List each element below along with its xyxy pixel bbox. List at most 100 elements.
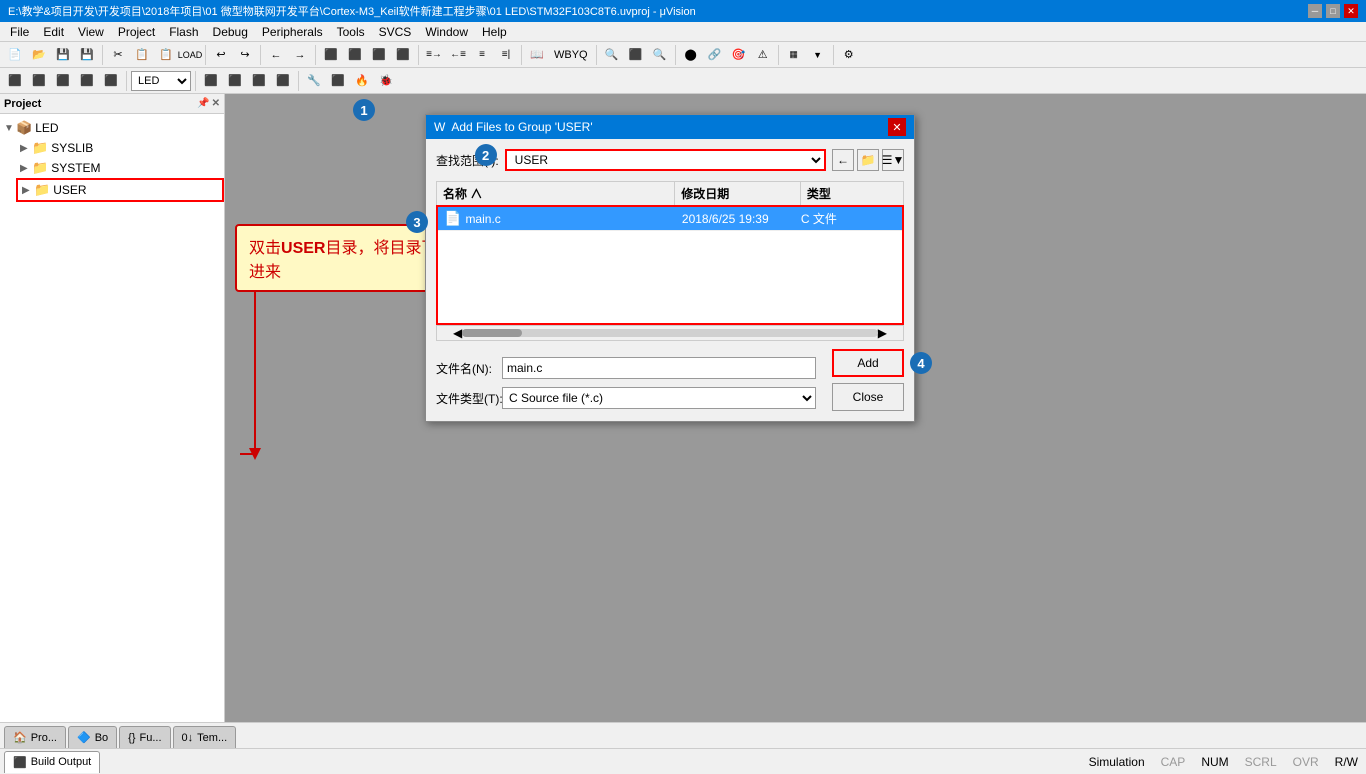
btn-c[interactable]: ⬛	[368, 44, 390, 66]
horizontal-scrollbar[interactable]: ◀ ▶	[436, 325, 904, 341]
menu-project[interactable]: Project	[112, 23, 161, 41]
filetype-select[interactable]: C Source file (*.c) All files (*.*) Asm …	[502, 387, 816, 409]
nav-up-button[interactable]: ←	[832, 149, 854, 171]
minimize-button[interactable]: ─	[1308, 4, 1322, 18]
tab-functions[interactable]: {} Fu...	[119, 726, 170, 748]
proj-btn2[interactable]: ⬛	[28, 70, 50, 92]
nav-back-button[interactable]: ←	[265, 44, 287, 66]
proj-btn3[interactable]: ⬛	[52, 70, 74, 92]
menu-window[interactable]: Window	[419, 23, 474, 41]
filename-label: 文件名(N):	[436, 360, 496, 377]
badge-3: 3	[406, 211, 428, 233]
tree-item-user[interactable]: ▶ 📁 USER	[16, 178, 224, 202]
undo-button[interactable]: ↩	[210, 44, 232, 66]
scroll-left-btn[interactable]: ◀	[453, 326, 462, 340]
indent-button[interactable]: ≡→	[423, 44, 445, 66]
location-combo[interactable]: USER	[505, 149, 826, 171]
tab-project[interactable]: 🏠 Pro...	[4, 726, 66, 748]
menu-file[interactable]: File	[4, 23, 35, 41]
run-btn3[interactable]: ⬛	[248, 70, 270, 92]
paste-button[interactable]: 📋	[155, 44, 177, 66]
run-btn4[interactable]: ⬛	[272, 70, 294, 92]
circle-btn[interactable]: ⬤	[680, 44, 702, 66]
sep12	[195, 71, 196, 91]
view-btn2[interactable]: ▼	[807, 44, 829, 66]
debug-btn3[interactable]: 🔥	[351, 70, 373, 92]
build-output-icon: ⬛	[13, 756, 27, 769]
dialog-body: 查找范围(I): 2 USER ← 📁 ☰▼	[426, 139, 914, 421]
book-icon-button[interactable]: 📖	[526, 44, 548, 66]
close-dialog-button[interactable]: Close	[832, 383, 904, 411]
save-button[interactable]: 💾	[52, 44, 74, 66]
outdent-button[interactable]: ←≡	[447, 44, 469, 66]
menu-help[interactable]: Help	[476, 23, 513, 41]
debug-btn2[interactable]: ⬛	[327, 70, 349, 92]
tree-item-system[interactable]: ▶ 📁 SYSTEM	[16, 158, 224, 178]
tab-bo-label: Bo	[95, 732, 108, 744]
tree-toggle-user: ▶	[22, 185, 34, 196]
cut-button[interactable]: ✂	[107, 44, 129, 66]
view-btn[interactable]: ▦	[783, 44, 805, 66]
scroll-right-btn[interactable]: ▶	[878, 326, 887, 340]
panel-close-button[interactable]: ✕	[212, 98, 220, 109]
proj-btn5[interactable]: ⬛	[100, 70, 122, 92]
target-btn[interactable]: 🎯	[728, 44, 750, 66]
redo-button[interactable]: ↪	[234, 44, 256, 66]
link-btn[interactable]: 🔗	[704, 44, 726, 66]
file-row-main[interactable]: 📄 main.c 2018/6/25 19:39 C 文件	[438, 207, 902, 231]
save-all-button[interactable]: 💾	[76, 44, 98, 66]
maximize-button[interactable]: □	[1326, 4, 1340, 18]
nav-fwd-button[interactable]: →	[289, 44, 311, 66]
tab-bo[interactable]: 🔷 Bo	[68, 726, 117, 748]
debug-btn1[interactable]: 🔧	[303, 70, 325, 92]
build-output-row: ⬛ Build Output Simulation CAP NUM SCRL O…	[0, 748, 1366, 774]
menu-tools[interactable]: Tools	[331, 23, 371, 41]
settings-btn[interactable]: ⚙	[838, 44, 860, 66]
tab-templates[interactable]: 0↓ Tem...	[173, 726, 237, 748]
run-btn2[interactable]: ⬛	[224, 70, 246, 92]
file-icon-main: 📄	[444, 210, 461, 227]
tree-item-syslib[interactable]: ▶ 📁 SYSLIB	[16, 138, 224, 158]
tab-build-output[interactable]: ⬛ Build Output	[4, 751, 100, 773]
dialog-close-button[interactable]: ✕	[888, 118, 906, 136]
filename-input[interactable]	[502, 357, 816, 379]
warning-btn[interactable]: ⚠	[752, 44, 774, 66]
panel-pin-button[interactable]: 📌	[197, 98, 209, 109]
btn-a[interactable]: ⬛	[320, 44, 342, 66]
proj-btn4[interactable]: ⬛	[76, 70, 98, 92]
menu-debug[interactable]: Debug	[207, 23, 254, 41]
proj-btn1[interactable]: ⬛	[4, 70, 26, 92]
zoom-btn[interactable]: 🔍	[649, 44, 671, 66]
debug-btn4[interactable]: 🐞	[375, 70, 397, 92]
btn-b[interactable]: ⬛	[344, 44, 366, 66]
close-button[interactable]: ✕	[1344, 4, 1358, 18]
target-select[interactable]: LED	[131, 71, 191, 91]
btn-e[interactable]: ≡	[471, 44, 493, 66]
new-file-button[interactable]: 📄	[4, 44, 26, 66]
menu-view[interactable]: View	[72, 23, 110, 41]
open-button[interactable]: 📂	[28, 44, 50, 66]
copy-button[interactable]: 📋	[131, 44, 153, 66]
dialog-title-bar: W Add Files to Group 'USER' ✕	[426, 115, 914, 139]
status-ovr: OVR	[1293, 755, 1319, 769]
toolbar-secondary: ⬛ ⬛ ⬛ ⬛ ⬛ LED ⬛ ⬛ ⬛ ⬛ 🔧 ⬛ 🔥 🐞	[0, 68, 1366, 94]
status-cap: CAP	[1161, 755, 1186, 769]
add-button[interactable]: Add	[832, 349, 904, 377]
tab-functions-label: Fu...	[140, 732, 162, 744]
menu-flash[interactable]: Flash	[163, 23, 204, 41]
btn-f[interactable]: ≡|	[495, 44, 517, 66]
menu-svcs[interactable]: SVCS	[373, 23, 418, 41]
search-btn1[interactable]: 🔍	[601, 44, 623, 66]
file-type-cell: C 文件	[801, 210, 896, 227]
load-button[interactable]: LOAD	[179, 44, 201, 66]
search-btn2[interactable]: ⬛	[625, 44, 647, 66]
tree-item-led[interactable]: ▼ 📦 LED	[0, 118, 224, 138]
menu-edit[interactable]: Edit	[37, 23, 70, 41]
syslib-icon: 📁	[32, 140, 48, 156]
new-folder-button[interactable]: 📁	[857, 149, 879, 171]
tree-toggle-system: ▶	[20, 163, 32, 174]
btn-d[interactable]: ⬛	[392, 44, 414, 66]
menu-peripherals[interactable]: Peripherals	[256, 23, 329, 41]
run-btn1[interactable]: ⬛	[200, 70, 222, 92]
view-options-button[interactable]: ☰▼	[882, 149, 904, 171]
